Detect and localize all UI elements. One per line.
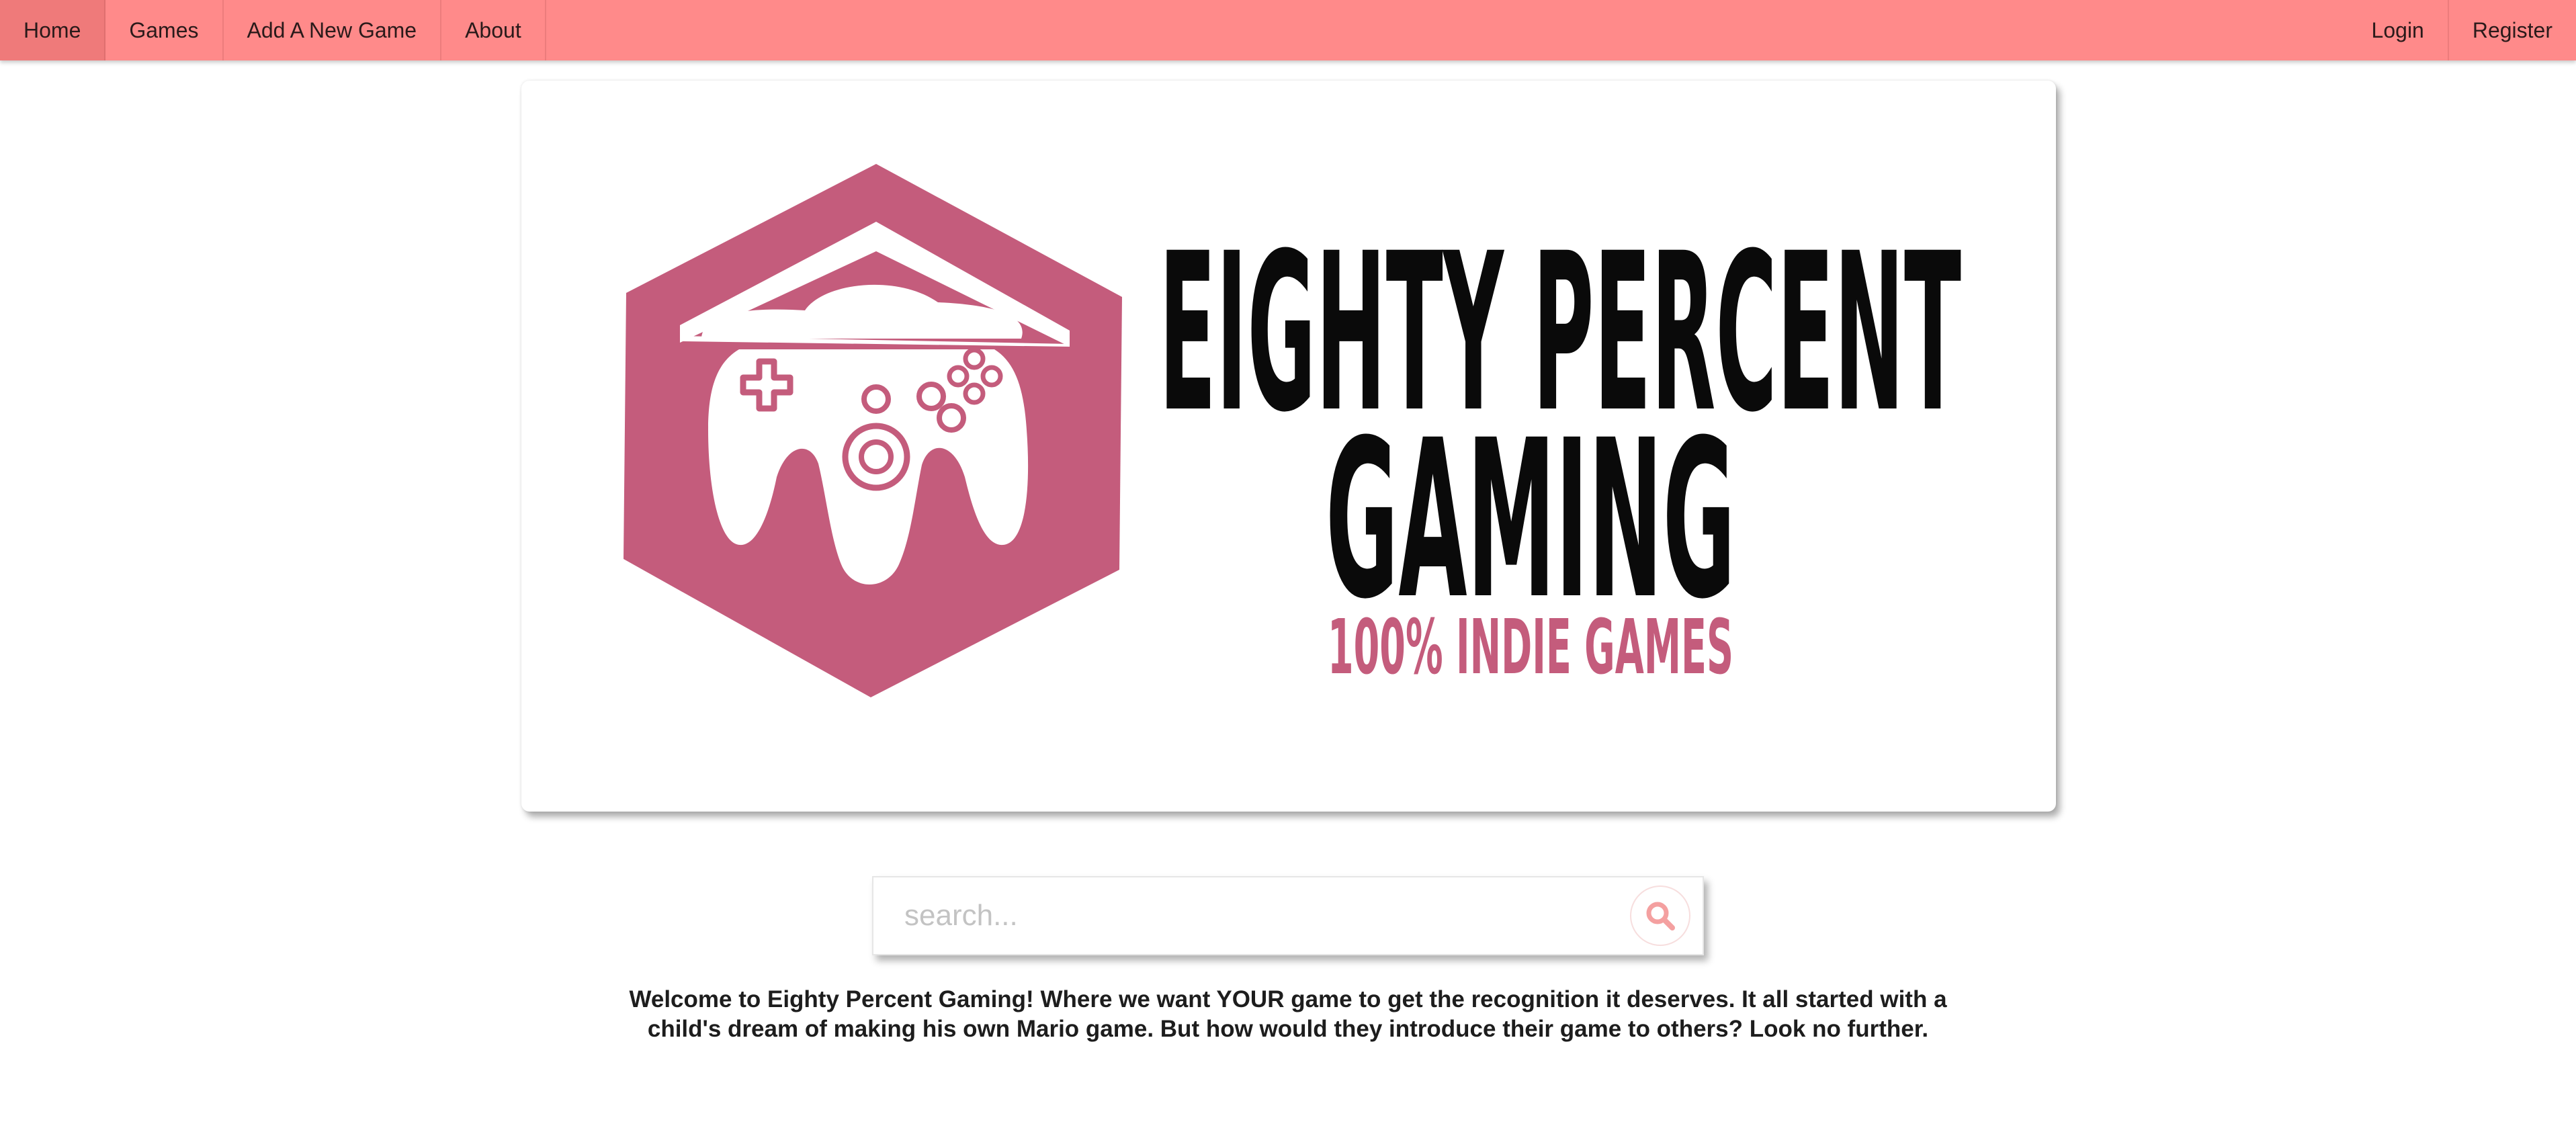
top-navbar: Home Games Add A New Game About Login Re… [0,0,2576,60]
nav-home-link[interactable]: Home [0,0,106,60]
logo-tagline: 100% INDIE GAMES [1328,604,1733,691]
search-bar [872,876,1704,955]
nav-left-group: Home Games Add A New Game About [0,0,546,60]
hero-logo-card: EIGHTY PERCENT GAMING 100% INDIE GAMES [521,81,2056,812]
nav-login-link[interactable]: Login [2348,0,2448,60]
nav-right-group: Login Register [2348,0,2576,60]
nav-add-game-link[interactable]: Add A New Game [224,0,442,60]
nav-games-link[interactable]: Games [105,0,224,60]
search-icon [1646,902,1675,930]
welcome-paragraph: Welcome to Eighty Percent Gaming! Where … [629,986,1947,1042]
search-button[interactable] [1630,885,1690,946]
game-controller-hexagon-icon [624,164,1122,697]
nav-register-link[interactable]: Register [2447,0,2576,60]
search-input[interactable] [873,877,1630,954]
site-logo: EIGHTY PERCENT GAMING 100% INDIE GAMES [624,164,1962,697]
nav-about-link[interactable]: About [441,0,546,60]
